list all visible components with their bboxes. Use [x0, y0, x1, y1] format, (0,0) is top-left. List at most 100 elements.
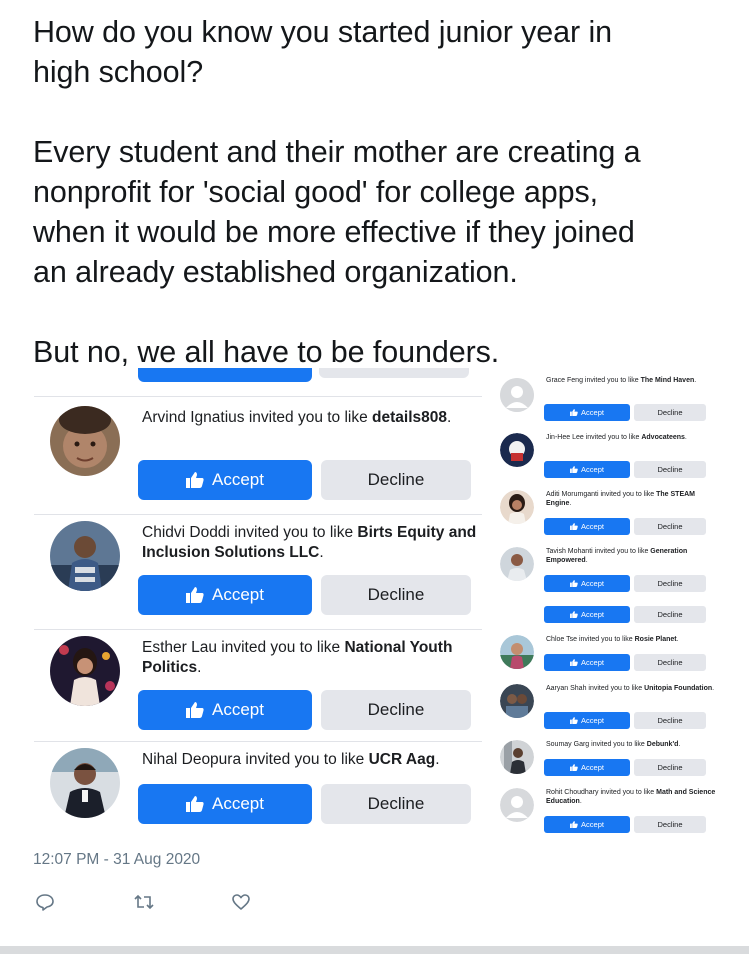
invite-message: Grace Feng invited you to like The Mind … [546, 376, 716, 385]
invite-message: Tavish Mohanti invited you to like Gener… [546, 547, 716, 565]
decline-button[interactable]: Decline [321, 690, 471, 730]
avatar-placeholder [500, 788, 534, 822]
divider [34, 514, 482, 515]
accept-button[interactable]: Accept [138, 690, 312, 730]
page-name: Advocateens [641, 434, 685, 441]
accept-label: Accept [212, 794, 264, 813]
invite-message: Chidvi Doddi invited you to like Birts E… [142, 523, 477, 563]
cropped-accept-button [138, 368, 312, 382]
decline-label: Decline [657, 522, 683, 531]
accept-button[interactable]: Accept [544, 606, 630, 623]
decline-button[interactable]: Decline [634, 606, 706, 623]
accept-button[interactable]: Accept [544, 712, 630, 729]
accept-button[interactable]: Accept [544, 654, 630, 671]
decline-label: Decline [657, 658, 683, 667]
heart-icon[interactable] [231, 892, 253, 914]
sentence-end: . [569, 500, 572, 507]
invite-message: Jin-Hee Lee invited you to like Advocate… [546, 433, 716, 442]
accept-label: Accept [581, 763, 604, 772]
invite-message: Aaryan Shah invited you to like Unitopia… [546, 684, 716, 693]
accept-button[interactable]: Accept [544, 575, 630, 592]
decline-label: Decline [367, 700, 425, 719]
invites-screenshot-left: Arvind Ignatius invited you to like deta… [34, 368, 482, 828]
decline-button[interactable]: Decline [321, 575, 471, 615]
decline-button[interactable]: Decline [634, 712, 706, 729]
avatar [500, 490, 534, 524]
accept-label: Accept [212, 585, 264, 604]
accept-button[interactable]: Accept [138, 575, 312, 615]
invite-action-text: invited you to like [216, 639, 345, 656]
cropped-decline-button [319, 368, 469, 378]
accept-button[interactable]: Accept [544, 461, 630, 478]
thumbs-up-icon [186, 796, 204, 812]
invites-screenshot-right: Grace Feng invited you to like The Mind … [496, 370, 716, 840]
tweet-actions [35, 892, 295, 916]
invite-message: Arvind Ignatius invited you to like deta… [142, 408, 477, 428]
decline-button[interactable]: Decline [634, 575, 706, 592]
accept-label: Accept [581, 658, 604, 667]
avatar [500, 635, 534, 669]
invite-action-text: invited you to like [583, 434, 642, 441]
invite-action-text: invited you to like [589, 741, 647, 748]
sentence-end: . [579, 798, 582, 805]
accept-button[interactable]: Accept [544, 759, 630, 776]
thumbs-up-icon [186, 587, 204, 603]
thumbs-up-icon [570, 580, 578, 587]
decline-label: Decline [657, 408, 683, 417]
sentence-end: . [197, 659, 202, 676]
avatar [500, 547, 534, 581]
thumbs-up-icon [570, 466, 578, 473]
accept-button[interactable]: Accept [544, 404, 630, 421]
invite-action-text: invited you to like [598, 491, 657, 498]
decline-label: Decline [657, 610, 683, 619]
decline-button[interactable]: Decline [634, 816, 706, 833]
decline-button[interactable]: Decline [634, 404, 706, 421]
accept-label: Accept [581, 522, 604, 531]
bottom-divider [0, 946, 749, 954]
accept-label: Accept [581, 716, 604, 725]
inviter-name: Grace Feng [546, 377, 583, 384]
invite-action-text: invited you to like [592, 548, 651, 555]
invite-message: Rohit Choudhary invited you to like Math… [546, 788, 716, 806]
thumbs-up-icon [570, 717, 578, 724]
invite-action-text: invited you to like [241, 751, 369, 768]
page-name: Debunk'd [646, 741, 679, 748]
thumbs-up-icon [186, 472, 204, 488]
accept-label: Accept [581, 579, 604, 588]
decline-button[interactable]: Decline [634, 518, 706, 535]
decline-button[interactable]: Decline [634, 461, 706, 478]
decline-button[interactable]: Decline [634, 759, 706, 776]
page-name: Unitopia Foundation [644, 685, 713, 692]
accept-label: Accept [581, 465, 604, 474]
invite-action-text: invited you to like [229, 524, 358, 541]
accept-button[interactable]: Accept [138, 460, 312, 500]
decline-label: Decline [367, 470, 425, 489]
retweet-icon[interactable] [133, 892, 155, 914]
accept-button[interactable]: Accept [138, 784, 312, 824]
inviter-name: Soumay Garg [546, 741, 590, 748]
sentence-end: . [694, 377, 697, 384]
inviter-name: Esther Lau [142, 639, 217, 656]
invite-message: Aditi Morumganti invited you to like The… [546, 490, 716, 508]
sentence-end: . [447, 409, 452, 426]
avatar [500, 684, 534, 718]
decline-label: Decline [657, 820, 683, 829]
accept-button[interactable]: Accept [544, 816, 630, 833]
inviter-name: Rohit Choudhary [546, 789, 599, 796]
decline-button[interactable]: Decline [634, 654, 706, 671]
invite-message: Esther Lau invited you to like National … [142, 638, 477, 678]
avatar-placeholder [500, 378, 534, 412]
avatar [500, 740, 534, 774]
inviter-name: Chidvi Doddi [142, 524, 230, 541]
page-name: Rosie Planet [634, 636, 677, 643]
accept-label: Accept [212, 700, 264, 719]
thumbs-up-icon [570, 764, 578, 771]
accept-label: Accept [212, 470, 264, 489]
thumbs-up-icon [186, 702, 204, 718]
decline-button[interactable]: Decline [321, 460, 471, 500]
accept-label: Accept [581, 820, 604, 829]
decline-button[interactable]: Decline [321, 784, 471, 824]
reply-icon[interactable] [35, 892, 57, 914]
accept-button[interactable]: Accept [544, 518, 630, 535]
decline-label: Decline [657, 716, 683, 725]
